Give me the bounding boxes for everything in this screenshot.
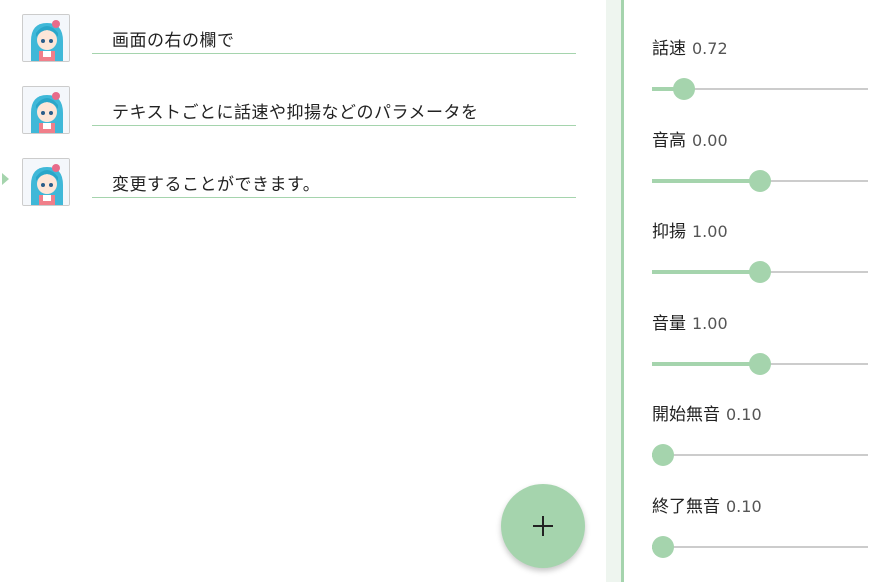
cell-text[interactable]: 変更することができます。 xyxy=(112,170,320,195)
param-label-row: 音高 0.00 xyxy=(652,130,728,152)
slider-track xyxy=(652,546,868,548)
param-value: 0.10 xyxy=(726,497,762,516)
pitch-slider[interactable] xyxy=(652,170,868,192)
cell-text[interactable]: テキストごとに話速や抑揚などのパラメータを xyxy=(112,98,478,123)
slider-thumb[interactable] xyxy=(651,444,674,466)
slider-fill xyxy=(652,179,760,183)
character-avatar-icon[interactable] xyxy=(22,86,70,134)
param-label-row: 音量 1.00 xyxy=(652,313,728,335)
param-value: 0.00 xyxy=(692,131,728,150)
audio-cell-active[interactable]: 変更することができます。 xyxy=(0,153,600,211)
character-avatar-icon[interactable] xyxy=(22,158,70,206)
post-silence-slider[interactable] xyxy=(651,536,868,558)
param-speed: 話速 0.72 xyxy=(624,38,889,130)
param-volume: 音量 1.00 xyxy=(624,313,889,405)
cell-text-underline xyxy=(92,197,576,198)
param-name: 音高 xyxy=(652,131,686,151)
add-cell-button[interactable] xyxy=(501,484,585,568)
plus-icon xyxy=(533,516,553,536)
param-name: 音量 xyxy=(652,314,686,334)
slider-track xyxy=(652,454,868,456)
param-value: 1.00 xyxy=(692,222,728,241)
pre-silence-slider[interactable] xyxy=(651,444,868,466)
character-avatar-icon[interactable] xyxy=(22,14,70,62)
audio-cell[interactable]: テキストごとに話速や抑揚などのパラメータを xyxy=(0,81,600,139)
slider-thumb[interactable] xyxy=(749,353,771,375)
intonation-slider[interactable] xyxy=(652,261,868,283)
param-name: 話速 xyxy=(652,39,686,59)
slider-thumb[interactable] xyxy=(673,78,696,100)
param-pitch: 音高 0.00 xyxy=(624,130,889,222)
speed-slider[interactable] xyxy=(652,78,868,100)
param-label-row: 話速 0.72 xyxy=(652,38,728,60)
active-cell-indicator-icon xyxy=(2,173,9,185)
audio-cell[interactable]: 画面の右の欄で xyxy=(0,9,600,67)
param-label-row: 抑揚 1.00 xyxy=(652,221,728,243)
app-root: 画面の右の欄で テキストごとに話速や抑揚などのパラメータを 変更することができま… xyxy=(0,0,889,582)
cell-text-underline xyxy=(92,53,576,54)
param-label-row: 終了無音 0.10 xyxy=(652,496,762,518)
audio-cell-list: 画面の右の欄で テキストごとに話速や抑揚などのパラメータを 変更することができま… xyxy=(0,0,606,582)
param-value: 1.00 xyxy=(692,314,728,333)
param-name: 終了無音 xyxy=(652,497,720,517)
slider-fill xyxy=(652,270,760,274)
param-pre-silence: 開始無音 0.10 xyxy=(624,404,889,496)
param-value: 0.72 xyxy=(692,39,728,58)
slider-thumb[interactable] xyxy=(651,536,674,558)
slider-fill xyxy=(652,362,760,366)
volume-slider[interactable] xyxy=(652,353,868,375)
param-value: 0.10 xyxy=(726,405,762,424)
param-post-silence: 終了無音 0.10 xyxy=(624,496,889,582)
param-name: 開始無音 xyxy=(652,405,720,425)
panel-splitter[interactable] xyxy=(606,0,624,582)
param-intonation: 抑揚 1.00 xyxy=(624,221,889,313)
param-name: 抑揚 xyxy=(652,222,686,242)
cell-text-underline xyxy=(92,125,576,126)
slider-thumb[interactable] xyxy=(749,170,771,192)
parameter-panel: 話速 0.72 音高 0.00 抑揚 1.00 音量 1.00 開始無音 0.1… xyxy=(624,0,889,582)
slider-thumb[interactable] xyxy=(749,261,771,283)
cell-text[interactable]: 画面の右の欄で xyxy=(112,26,235,51)
param-label-row: 開始無音 0.10 xyxy=(652,404,762,426)
